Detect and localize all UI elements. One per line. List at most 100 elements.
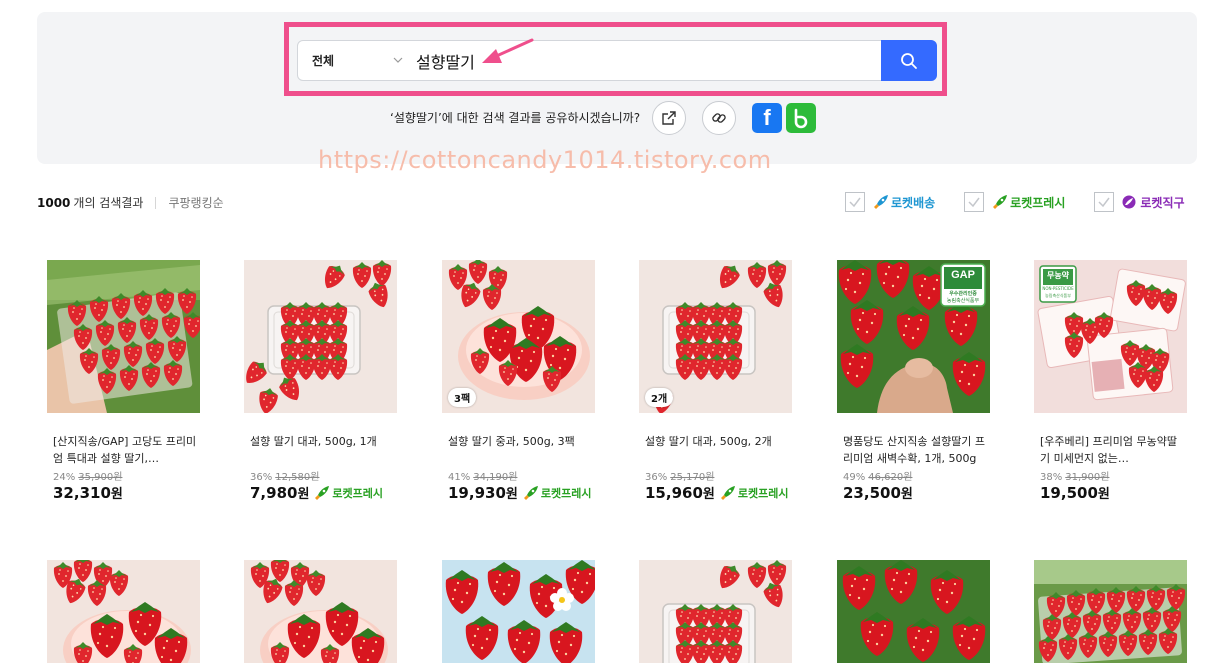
rocket-fresh-label: 로켓프레시 bbox=[332, 486, 384, 500]
original-price: 38% 31,900원 bbox=[1040, 468, 1187, 483]
rocket-fresh-label: 로켓프레시 bbox=[540, 486, 592, 500]
result-count: 1000 bbox=[37, 195, 71, 210]
product-card[interactable]: 무농약 NON-PESTICIDE 농림축산식품부 [우주베리] 프리미엄 무농… bbox=[1034, 260, 1187, 502]
product-card[interactable]: GAP 우수관리인증 농림축산식품부 명품당도 산지직송 설향딸기 프리미엄 새… bbox=[837, 260, 990, 502]
copy-link-button[interactable] bbox=[702, 100, 737, 135]
arrow-annotation-icon bbox=[482, 38, 534, 63]
discount-rate: 36% bbox=[250, 472, 273, 483]
original-price: 24% 35,900원 bbox=[53, 468, 200, 483]
discount-rate: 41% bbox=[448, 472, 471, 483]
list-price: 35,900원 bbox=[78, 472, 123, 483]
rocket-fresh-label: 로켓프레시 bbox=[737, 486, 789, 500]
facebook-icon: f bbox=[763, 104, 771, 130]
product-card[interactable] bbox=[639, 560, 792, 663]
gap-cert-sub: 우수관리인증 bbox=[949, 291, 977, 297]
filter-label: 로켓배송 bbox=[891, 195, 936, 210]
check-icon bbox=[849, 197, 861, 208]
checkbox[interactable] bbox=[845, 192, 865, 212]
organic-cert-title: 무농약 bbox=[1046, 271, 1070, 280]
product-thumbnail[interactable] bbox=[47, 560, 200, 663]
product-card[interactable] bbox=[47, 560, 200, 663]
link-icon bbox=[712, 112, 726, 123]
rocket-global-icon bbox=[1122, 195, 1136, 209]
pack-count-badge: 3팩 bbox=[448, 388, 477, 407]
gap-cert-org: 농림축산식품부 bbox=[946, 298, 980, 304]
list-price: 12,580원 bbox=[275, 472, 320, 483]
product-thumbnail[interactable]: 무농약 NON-PESTICIDE 농림축산식품부 bbox=[1034, 260, 1187, 413]
sale-price: 7,980원 bbox=[250, 484, 310, 502]
list-price: 46,620원 bbox=[868, 472, 913, 483]
pack-count-badge: 2개 bbox=[645, 388, 674, 407]
filter-rocket-delivery[interactable]: 로켓배송 bbox=[845, 192, 935, 212]
product-title[interactable]: 설향 딸기 대과, 500g, 1개 bbox=[250, 433, 396, 467]
product-thumbnail[interactable] bbox=[47, 260, 200, 413]
product-card[interactable]: 설향 딸기 대과, 500g, 1개 36% 12,580원 7,980원 로켓프… bbox=[244, 260, 397, 502]
filter-rocket-fresh[interactable]: 로켓프레시 bbox=[964, 192, 1065, 212]
result-count-suffix: 개의 검색결과 bbox=[73, 196, 144, 210]
band-icon bbox=[794, 108, 808, 128]
rocket-fresh-icon bbox=[523, 485, 538, 500]
sale-price: 15,960원 bbox=[645, 484, 715, 502]
product-card[interactable]: [산지직송/GAP] 고당도 프리미엄 특대과 설향 딸기,… 24% 35,90… bbox=[47, 260, 200, 502]
product-card[interactable] bbox=[837, 560, 990, 663]
rocket-fresh-badge: 로켓프레시 bbox=[521, 485, 592, 501]
price-row: 19,930원 로켓프레시 bbox=[448, 483, 595, 502]
rocket-fresh-badge: 로켓프레시 bbox=[718, 485, 789, 501]
organic-cert-org: 농림축산식품부 bbox=[1045, 293, 1071, 298]
product-card[interactable] bbox=[442, 560, 595, 663]
product-title[interactable]: 설향 딸기 대과, 500g, 2개 bbox=[645, 433, 791, 467]
organic-cert-sub: NON-PESTICIDE bbox=[1042, 286, 1074, 291]
product-card[interactable] bbox=[244, 560, 397, 663]
product-thumbnail[interactable] bbox=[837, 560, 990, 663]
discount-rate: 38% bbox=[1040, 472, 1063, 483]
highlight-annotation-box bbox=[284, 22, 947, 96]
product-thumbnail[interactable]: GAP 우수관리인증 농림축산식품부 bbox=[837, 260, 990, 413]
product-card[interactable]: 2개 설향 딸기 대과, 500g, 2개 36% 25,170원 15,960원… bbox=[639, 260, 792, 502]
external-link-icon bbox=[662, 110, 676, 125]
price-row: 7,980원 로켓프레시 bbox=[250, 483, 397, 502]
product-thumbnail[interactable] bbox=[1034, 560, 1187, 663]
sale-price: 19,930원 bbox=[448, 484, 518, 502]
product-title[interactable]: [우주베리] 프리미엄 무농약딸기 미세먼지 없는… bbox=[1040, 433, 1186, 467]
original-price: 36% 25,170원 bbox=[645, 468, 792, 483]
price-row: 32,310원 bbox=[53, 483, 200, 502]
sort-option[interactable]: 쿠팡랭킹순 bbox=[168, 194, 223, 211]
list-price: 25,170원 bbox=[670, 472, 715, 483]
product-title[interactable]: 명품당도 산지직송 설향딸기 프리미엄 새벽수확, 1개, 500g bbox=[843, 433, 989, 467]
result-summary: 1000 개의 검색결과 쿠팡랭킹순 bbox=[37, 194, 224, 211]
checkbox[interactable] bbox=[964, 192, 985, 212]
share-row: ‘설향딸기’에 대한 검색 결과를 공유하시겠습니까? f bbox=[390, 100, 820, 135]
product-thumbnail[interactable]: 2개 bbox=[639, 260, 792, 413]
product-card[interactable]: 3팩 설향 딸기 중과, 500g, 3팩 41% 34,190원 19,930원… bbox=[442, 260, 595, 502]
share-prompt: ‘설향딸기’에 대한 검색 결과를 공유하시겠습니까? bbox=[390, 111, 641, 125]
divider bbox=[155, 196, 157, 209]
product-card[interactable] bbox=[1034, 560, 1187, 663]
filter-rocket-global[interactable]: 로켓직구 bbox=[1094, 192, 1185, 212]
filter-label: 로켓직구 bbox=[1140, 195, 1185, 210]
facebook-share-button[interactable]: f bbox=[752, 102, 783, 133]
product-title[interactable]: [산지직송/GAP] 고당도 프리미엄 특대과 설향 딸기,… bbox=[53, 433, 199, 467]
delivery-filters: 로켓배송 로켓프레시 로켓직구 bbox=[845, 192, 1185, 212]
band-share-button[interactable] bbox=[786, 102, 817, 133]
product-thumbnail[interactable]: 3팩 bbox=[442, 260, 595, 413]
product-thumbnail[interactable] bbox=[244, 260, 397, 413]
check-icon bbox=[968, 197, 980, 208]
discount-rate: 24% bbox=[53, 472, 76, 483]
product-thumbnail[interactable] bbox=[244, 560, 397, 663]
gap-cert-title: GAP bbox=[951, 269, 975, 281]
original-price: 49% 46,620원 bbox=[843, 468, 990, 483]
list-price: 31,900원 bbox=[1065, 472, 1110, 483]
price-row: 23,500원 bbox=[843, 483, 990, 502]
checkbox[interactable] bbox=[1094, 192, 1115, 212]
product-title[interactable]: 설향 딸기 중과, 500g, 3팩 bbox=[448, 433, 594, 467]
original-price: 41% 34,190원 bbox=[448, 468, 595, 483]
watermark-url: https://cottoncandy1014.tistory.com bbox=[318, 146, 772, 174]
original-price: 36% 12,580원 bbox=[250, 468, 397, 483]
product-thumbnail[interactable] bbox=[442, 560, 595, 663]
rocket-delivery-icon bbox=[874, 195, 888, 209]
rocket-fresh-icon bbox=[315, 485, 330, 500]
share-external-button[interactable] bbox=[652, 100, 687, 135]
check-icon bbox=[1098, 197, 1110, 208]
product-thumbnail[interactable] bbox=[639, 560, 792, 663]
filter-label: 로켓프레시 bbox=[1010, 195, 1066, 210]
